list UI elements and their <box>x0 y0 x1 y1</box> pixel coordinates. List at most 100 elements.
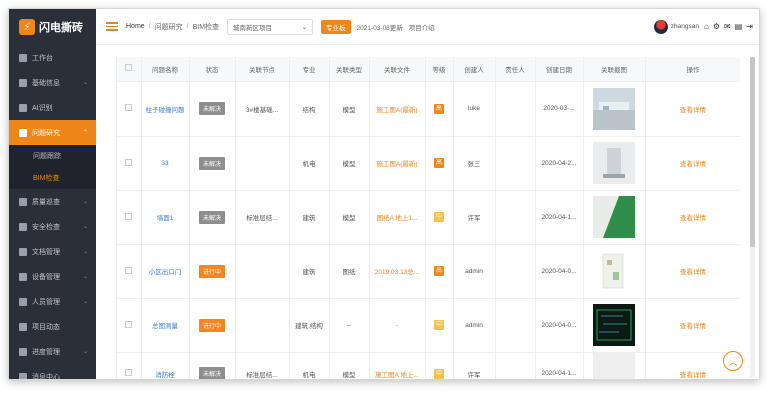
screenshot-thumbnail[interactable] <box>586 352 643 379</box>
table-cell <box>583 136 646 191</box>
logo[interactable]: ⚡ 闪电撕砖 <box>9 9 96 45</box>
project-select[interactable]: 城南新区项目 ⌄ <box>227 18 314 35</box>
screenshot-thumbnail[interactable] <box>586 304 643 346</box>
menu-toggle-icon[interactable] <box>106 22 118 31</box>
major-cell: 机电 <box>302 161 316 168</box>
table-cell: 未解决 <box>189 190 236 245</box>
select-all-checkbox[interactable] <box>125 64 133 72</box>
screenshot-thumbnail[interactable] <box>586 250 643 292</box>
column-header: 关联节点 <box>235 57 290 82</box>
document-icon[interactable]: ▤ <box>735 22 743 31</box>
node-cell: 3#楼基础... <box>245 106 279 114</box>
table-cell: 墙面1 <box>141 190 190 245</box>
table-cell <box>583 298 646 353</box>
table-cell: 施工图A(最新) <box>369 136 426 191</box>
sidebar-item[interactable]: AI识别 <box>9 95 96 120</box>
sidebar-subitem[interactable]: BIM检查 <box>9 167 96 189</box>
table-row[interactable]: 小区出口门 进行中 建筑 图纸 2019.03.13总... 高 admin 2020-04-… <box>117 244 740 299</box>
row-checkbox[interactable] <box>125 212 133 220</box>
table-cell: 33 <box>141 136 190 191</box>
issue-name-link[interactable]: 小区出口门 <box>149 269 182 276</box>
table-row[interactable]: 柱子碰撞问题 未解决 3#楼基础... 结构 模型 施工图A(最新) 高 luke 2020-0… <box>117 81 740 137</box>
sidebar-subitem[interactable]: 问题跟踪 <box>9 145 96 167</box>
sidebar-item[interactable]: 人员管理 ⌄ <box>9 289 96 314</box>
table-cell <box>117 244 142 299</box>
file-link[interactable]: - <box>396 322 398 329</box>
sidebar-item[interactable]: 文档管理 ⌄ <box>9 239 96 264</box>
sidebar-item[interactable]: 质量巡查 ⌄ <box>9 189 96 214</box>
issue-name-link[interactable]: 墙面1 <box>157 215 174 222</box>
table-cell: 模型 <box>329 136 370 191</box>
sidebar-item[interactable]: 设备管理 ⌄ <box>9 264 96 289</box>
issue-name-link[interactable]: 33 <box>161 160 168 167</box>
view-details-link[interactable]: 查看详情 <box>680 215 706 222</box>
file-link[interactable]: 2019.03.13总... <box>375 269 419 276</box>
back-to-top-button[interactable]: ︿ <box>723 351 743 371</box>
node-cell: 标准层结... <box>246 371 278 379</box>
menu-icon <box>19 347 27 356</box>
column-header: 创建人 <box>453 57 496 82</box>
file-link[interactable]: 施工图A 地上... <box>375 372 419 379</box>
logout-icon[interactable]: ⇥ <box>746 22 753 31</box>
date-cell: 2020-04-0... <box>541 267 577 275</box>
screenshot-thumbnail[interactable] <box>586 196 643 238</box>
breadcrumb-separator: / <box>148 23 151 30</box>
menu-icon <box>19 128 27 137</box>
menu-icon <box>19 372 27 379</box>
view-details-link[interactable]: 查看详情 <box>680 372 706 379</box>
menu-icon <box>19 247 27 256</box>
breadcrumb-separator: / <box>186 23 189 30</box>
table-cell <box>583 352 646 379</box>
status-badge: 未解决 <box>198 156 225 170</box>
table-cell <box>117 298 142 353</box>
breadcrumb-home[interactable]: Home <box>126 23 145 30</box>
issues-table-container: 问题名称 状态 关联节点 专业 关联类型 关联文件 等级 创建人 责任人 创建日期 关联截图 操作 柱… <box>116 57 740 379</box>
breadcrumb-section[interactable]: 问题研究 <box>155 22 183 32</box>
message-icon[interactable]: ✉ <box>724 22 731 31</box>
chevron-icon: ⌄ <box>82 274 88 280</box>
row-checkbox[interactable] <box>125 104 133 111</box>
home-icon[interactable]: ⌂ <box>704 22 709 31</box>
sidebar-item[interactable]: 问题研究 ⌃ <box>9 120 96 145</box>
sidebar-item[interactable]: 基础信息 ⌄ <box>9 70 96 95</box>
table-row[interactable]: 墙面1 未解决 标准层结... 建筑 模型 图纸A 地上1... 中 许军 2020-04-1.… <box>117 190 740 245</box>
sidebar-item[interactable]: 进度管理 ⌄ <box>9 339 96 364</box>
sidebar-item-label: AI识别 <box>32 104 53 112</box>
sidebar-item[interactable]: 消息中心 <box>9 364 96 379</box>
table-row[interactable]: 33 未解决 机电 模型 施工图A(最新) 高 张三 2020-04-2... 查看详情 <box>117 136 740 191</box>
settings-icon[interactable]: ⚙ <box>713 22 720 31</box>
sidebar-menu: 工作台 基础信息 ⌄ AI识别问题研究 ⌃ 问题跟踪 BIM检查 质量巡查 ⌄ 安全检查 ⌄ 文档管理… <box>9 45 96 379</box>
row-checkbox[interactable] <box>125 158 133 166</box>
scrollbar-thumb[interactable] <box>750 57 755 247</box>
file-link[interactable]: 施工图A(最新) <box>376 107 417 114</box>
view-details-link[interactable]: 查看详情 <box>680 323 706 330</box>
sidebar-item-label: 问题研究 <box>32 129 60 137</box>
issue-name-link[interactable]: 总图测量 <box>152 323 178 330</box>
sidebar: ⚡ 闪电撕砖 工作台 基础信息 ⌄ AI识别问题研究 ⌃ 问题跟踪 BIM检查 质量巡查 ⌄ 安全… <box>9 9 96 379</box>
screenshot-thumbnail[interactable] <box>586 87 643 130</box>
row-checkbox[interactable] <box>125 320 133 328</box>
table-row[interactable]: 总图测量 进行中 建筑,结构 -- - 中 admin 2020-04-0... 查看详情 <box>117 298 740 353</box>
vertical-scrollbar[interactable] <box>750 57 755 377</box>
row-checkbox[interactable] <box>125 369 133 376</box>
user-menu[interactable]: zhangsan <box>653 19 699 34</box>
table-cell: 未解决 <box>189 352 236 379</box>
view-details-link[interactable]: 查看详情 <box>680 107 706 114</box>
project-intro-link[interactable]: 项目介绍 <box>409 22 435 32</box>
sidebar-item[interactable]: 项目动态 <box>9 314 96 339</box>
table-cell: 图纸A 地上1... <box>369 190 426 245</box>
chevron-icon: ⌄ <box>82 224 88 230</box>
menu-icon <box>19 197 27 206</box>
file-link[interactable]: 图纸A 地上1... <box>377 215 418 222</box>
issue-name-link[interactable]: 柱子碰撞问题 <box>146 107 185 114</box>
view-details-link[interactable]: 查看详情 <box>680 161 706 168</box>
screenshot-thumbnail[interactable] <box>586 142 643 184</box>
file-link[interactable]: 施工图A(最新) <box>376 161 417 168</box>
sidebar-item[interactable]: 安全检查 ⌄ <box>9 214 96 239</box>
row-checkbox[interactable] <box>125 266 133 274</box>
sidebar-item[interactable]: 工作台 <box>9 45 96 70</box>
issue-name-link[interactable]: 消防栓 <box>155 372 175 379</box>
level-badge: 高 <box>434 103 444 114</box>
table-row[interactable]: 消防栓 未解决 标准层结... 机电 模型 施工图A 地上... 中 许军 2020-04-1.… <box>117 352 740 379</box>
view-details-link[interactable]: 查看详情 <box>680 269 706 276</box>
